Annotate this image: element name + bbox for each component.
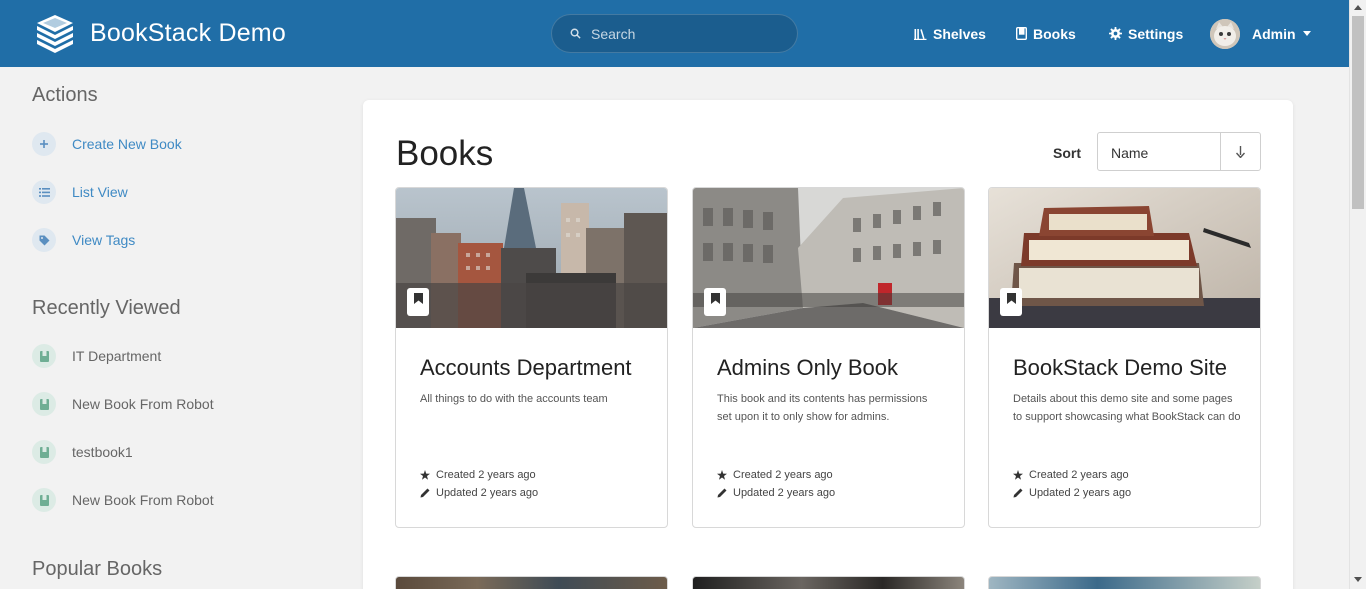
recent-book-label: New Book From Robot [72, 492, 214, 508]
book-card[interactable]: BookStack Demo Site Details about this d… [988, 187, 1261, 528]
star-icon [1013, 470, 1023, 480]
star-icon [717, 470, 727, 480]
list-icon [32, 180, 56, 204]
arrow-down-icon [1236, 145, 1245, 158]
book-created: Created 2 years ago [717, 469, 833, 481]
search-input[interactable] [591, 24, 781, 44]
book-icon [32, 488, 56, 512]
page-scrollbar[interactable] [1349, 0, 1366, 589]
nav-shelves-link[interactable]: Shelves [914, 25, 986, 42]
nav-books-link[interactable]: Books [1016, 25, 1076, 42]
popular-books-heading: Popular Books [32, 558, 163, 580]
app-title[interactable]: BookStack Demo [90, 19, 286, 48]
recently-viewed-heading: Recently Viewed [32, 297, 181, 319]
book-icon [32, 392, 56, 416]
city-skyline-photo [396, 188, 667, 328]
book-updated: Updated 2 years ago [420, 487, 538, 499]
user-avatar[interactable] [1210, 19, 1240, 49]
book-updated: Updated 2 years ago [717, 487, 835, 499]
nav-books-label: Books [1033, 25, 1076, 42]
pencil-icon [717, 488, 727, 498]
star-icon [420, 470, 430, 480]
recent-book-item[interactable]: New Book From Robot [32, 392, 214, 416]
book-updated: Updated 2 years ago [1013, 487, 1131, 499]
recent-book-label: IT Department [72, 348, 162, 364]
book-card[interactable]: Accounts Department All things to do wit… [395, 187, 668, 528]
bookmark-icon [1000, 288, 1022, 316]
create-new-book-link[interactable]: Create New Book [32, 132, 182, 156]
book-created-text: Created 2 years ago [733, 469, 833, 481]
book-description: This book and its contents has permissio… [717, 393, 928, 423]
nav-settings-label: Settings [1128, 25, 1184, 42]
plus-icon [32, 132, 56, 156]
scroll-thumb[interactable] [1352, 16, 1364, 209]
recent-book-item[interactable]: testbook1 [32, 440, 133, 464]
recent-book-item[interactable]: New Book From Robot [32, 488, 214, 512]
sort-label: Sort [1053, 145, 1081, 161]
sort-select[interactable]: Name [1097, 132, 1221, 171]
bookmark-icon [407, 288, 429, 316]
pencil-icon [420, 488, 430, 498]
top-header: BookStack Demo Shelves Books [0, 0, 1349, 67]
book-description: Details about this demo site and some pa… [1013, 393, 1241, 423]
sort-direction-button[interactable] [1220, 132, 1261, 171]
recent-book-item[interactable]: IT Department [32, 344, 161, 368]
list-view-link[interactable]: List View [32, 180, 128, 204]
book-description: All things to do with the accounts team [420, 393, 608, 405]
book-updated-text: Updated 2 years ago [436, 487, 539, 499]
search-box[interactable] [551, 14, 798, 53]
book-title[interactable]: Accounts Department [420, 355, 632, 381]
book-icon [32, 440, 56, 464]
view-tags-link[interactable]: View Tags [32, 228, 135, 252]
scroll-down-icon[interactable] [1354, 577, 1362, 582]
chevron-down-icon[interactable] [1303, 31, 1311, 36]
book-icon [1016, 27, 1027, 40]
actions-heading: Actions [32, 84, 98, 106]
book-card-partial[interactable] [395, 576, 668, 589]
book-created: Created 2 years ago [1013, 469, 1129, 481]
recent-book-label: New Book From Robot [72, 396, 214, 412]
book-title[interactable]: Admins Only Book [717, 355, 898, 381]
shelves-icon [914, 28, 927, 40]
book-icon [32, 344, 56, 368]
page-title: Books [396, 134, 494, 173]
list-view-label: List View [72, 184, 128, 200]
book-updated-text: Updated 2 years ago [733, 487, 836, 499]
stacked-books-photo [989, 188, 1260, 328]
recent-book-label: testbook1 [72, 444, 133, 460]
bookstack-logo-icon[interactable] [34, 15, 76, 53]
cat-avatar-icon [1210, 19, 1240, 49]
scroll-up-icon[interactable] [1354, 5, 1362, 10]
book-created-text: Created 2 years ago [1029, 469, 1129, 481]
pencil-icon [1013, 488, 1023, 498]
book-created: Created 2 years ago [420, 469, 536, 481]
book-card-partial[interactable] [692, 576, 965, 589]
book-card[interactable]: Admins Only Book This book and its conte… [692, 187, 965, 528]
nav-shelves-label: Shelves [933, 25, 986, 42]
book-created-text: Created 2 years ago [436, 469, 536, 481]
create-new-book-label: Create New Book [72, 136, 182, 152]
book-title[interactable]: BookStack Demo Site [1013, 355, 1227, 381]
tag-icon [32, 228, 56, 252]
book-cover-image[interactable] [396, 188, 667, 328]
book-updated-text: Updated 2 years ago [1029, 487, 1132, 499]
gear-icon [1109, 27, 1122, 40]
book-cover-image[interactable] [989, 188, 1260, 328]
book-cover-image[interactable] [693, 188, 964, 328]
street-buildings-photo [693, 188, 964, 328]
nav-settings-link[interactable]: Settings [1109, 25, 1183, 42]
bookmark-icon [704, 288, 726, 316]
view-tags-label: View Tags [72, 232, 136, 248]
user-name[interactable]: Admin [1252, 26, 1296, 42]
book-card-partial[interactable] [988, 576, 1261, 589]
search-icon [570, 28, 581, 39]
